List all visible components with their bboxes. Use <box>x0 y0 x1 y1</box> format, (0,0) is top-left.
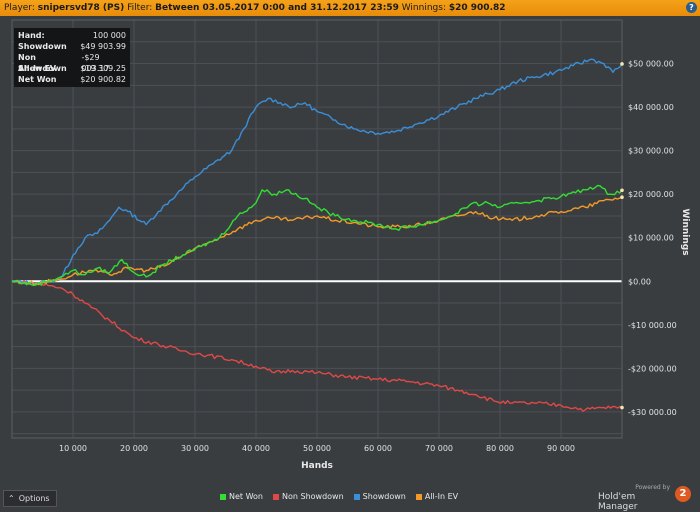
x-tick-label: 90 000 <box>547 444 575 453</box>
stat-row: Hand: 100 000 <box>14 30 130 41</box>
stat-row: Net Won $20 900.82 <box>14 74 130 85</box>
legend-label: Showdown <box>362 492 406 501</box>
filter-summary: Player: snipersvd78 (PS) Filter: Between… <box>4 0 506 16</box>
y-tick-label: $50 000.00 <box>628 60 674 69</box>
legend-swatch <box>415 494 422 500</box>
help-icon[interactable]: ? <box>686 2 697 13</box>
x-tick-label: 40 000 <box>242 444 270 453</box>
stat-label: Hand: <box>18 31 45 40</box>
winnings-label: Winnings: <box>401 3 446 13</box>
stat-value: $20 900.82 <box>80 75 126 84</box>
hm2-logo-icon: 2 <box>675 486 691 502</box>
legend-label: All-In EV <box>424 492 459 501</box>
winnings-chart: 10 000 20 000 30 000 40 000 50 000 60 000 70 0… <box>0 16 700 490</box>
options-label: Options <box>18 494 50 503</box>
stat-value: 100 000 <box>92 31 126 40</box>
y-tick-label: -$20 000.00 <box>628 364 677 373</box>
y-axis-label: Winnings <box>680 208 690 255</box>
player-name: snipersvd78 (PS) <box>37 3 125 13</box>
stat-label: Non Showdown <box>18 53 67 73</box>
stat-label: Net Won <box>18 75 57 84</box>
y-tick-label: -$10 000.00 <box>628 321 677 330</box>
legend-item[interactable]: Non Showdown <box>273 491 344 503</box>
chart-background <box>0 16 700 490</box>
stat-row: All-In EV $19 309.25 <box>14 63 130 74</box>
filter-value: Between 03.05.2017 0:00 and 31.12.2017 2… <box>155 3 399 13</box>
legend-label: Non Showdown <box>282 492 344 501</box>
legend-item[interactable]: Net Won <box>220 491 263 503</box>
y-tick-label: -$30 000.00 <box>628 408 677 417</box>
x-tick-label: 10 000 <box>59 444 87 453</box>
player-label: Player: <box>4 3 35 13</box>
series-end-point <box>620 188 624 193</box>
x-tick-label: 30 000 <box>181 444 209 453</box>
x-tick-label: 80 000 <box>486 444 514 453</box>
x-axis-label: Hands <box>301 461 333 471</box>
series-end-point <box>620 405 624 410</box>
stat-row: Showdown $49 903.99 <box>14 41 130 52</box>
stats-box: Hand: 100 000 Showdown $49 903.99 Non Showdo… <box>14 28 130 87</box>
stat-value: -$29 003.17 <box>81 53 110 73</box>
winnings-value: $20 900.82 <box>448 3 506 13</box>
filter-label: Filter: <box>127 3 153 13</box>
brand-name: Hold'em Manager <box>598 492 638 512</box>
legend-item[interactable]: All-In EV <box>415 491 459 503</box>
stat-value: $49 903.99 <box>80 42 126 51</box>
title-bar: Player: snipersvd78 (PS) Filter: Between… <box>0 0 700 16</box>
series-end-point <box>620 195 624 200</box>
y-tick-label: $30 000.00 <box>628 147 674 156</box>
options-button[interactable]: ⌃ Options <box>3 490 57 507</box>
x-tick-label: 50 000 <box>303 444 331 453</box>
y-tick-label: $40 000.00 <box>628 103 674 112</box>
stat-value: $19 309.25 <box>80 64 126 73</box>
stat-label: All-In EV <box>18 64 57 73</box>
x-tick-label: 70 000 <box>425 444 453 453</box>
legend-swatch <box>273 494 279 500</box>
chart-legend: Net Won Non Showdown Showdown All-In EV <box>220 491 458 503</box>
y-tick-label: $10 000.00 <box>628 234 674 243</box>
stat-row: Non Showdown -$29 003.17 <box>14 52 130 73</box>
powered-by-text: Powered by <box>635 484 670 491</box>
legend-item[interactable]: Showdown <box>353 491 406 503</box>
x-tick-label: 60 000 <box>364 444 392 453</box>
y-tick-label: $20 000.00 <box>628 190 674 199</box>
y-tick-label: $0.00 <box>628 277 651 286</box>
series-end-point <box>620 62 624 66</box>
stat-label: Showdown <box>18 42 67 51</box>
brand-logo: Powered by Hold'em Manager 2 <box>598 484 698 512</box>
legend-label: Net Won <box>229 492 263 501</box>
x-tick-label: 20 000 <box>120 444 148 453</box>
legend-swatch <box>353 494 360 500</box>
chevron-up-icon: ⌃ <box>8 494 15 503</box>
legend-swatch <box>220 494 226 500</box>
